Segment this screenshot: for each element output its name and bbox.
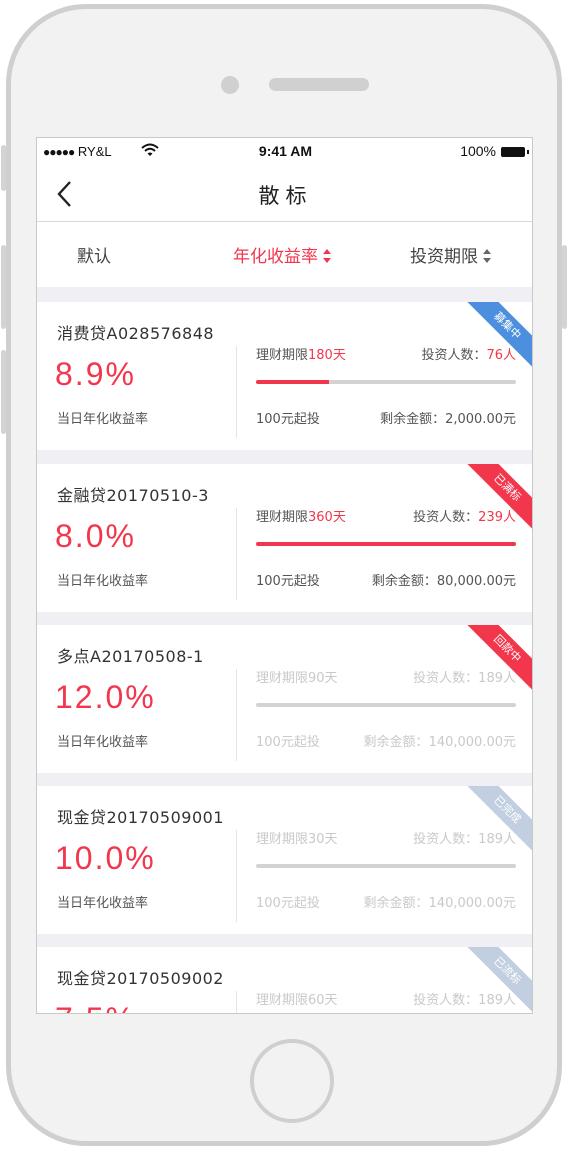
annual-yield-label: 当日年化收益率 — [57, 574, 149, 589]
funding-progress-fill — [256, 380, 329, 384]
card-divider — [236, 508, 237, 600]
annual-yield-rate: 7.5% — [55, 1001, 136, 1013]
annual-yield-label: 当日年化收益率 — [57, 412, 149, 427]
investment-term: 理财期限90天 — [256, 671, 338, 686]
investment-term: 理财期限60天 — [256, 993, 338, 1008]
sort-tab-annual-yield[interactable]: 年化收益率 — [233, 242, 332, 267]
annual-yield-label: 当日年化收益率 — [57, 896, 149, 911]
product-card[interactable]: 现金贷20170509001 10.0% 当日年化收益率 理财期限30天 投资人数：18… — [37, 786, 532, 934]
investor-count: 投资人数：189人 — [413, 993, 516, 1008]
mute-switch — [1, 145, 6, 191]
page-title: 散标 — [258, 184, 313, 208]
product-name: 金融贷20170510-3 — [57, 486, 209, 505]
funding-progress-bar — [256, 864, 516, 868]
investment-term: 理财期限30天 — [256, 832, 338, 847]
home-button[interactable] — [250, 1039, 334, 1123]
annual-yield-rate: 8.9% — [55, 356, 136, 392]
clock: 9:41 AM — [258, 143, 313, 159]
investor-count: 投资人数：76人 — [421, 348, 516, 363]
annual-yield-rate: 12.0% — [55, 679, 156, 715]
remaining-amount: 剩余金额：80,000.00元 — [371, 574, 516, 589]
investor-count: 投资人数：239人 — [413, 510, 516, 525]
investment-term: 理财期限180天 — [256, 348, 346, 363]
app-screen: ●●●●● RY&L 9:41 AM 100% 散标 默认 年化收益率 投资期限… — [36, 137, 533, 1014]
minimum-investment: 100元起投 — [256, 896, 320, 911]
card-divider — [236, 991, 237, 1013]
product-card[interactable]: 多点A20170508-1 12.0% 当日年化收益率 理财期限90天 投资人数：189… — [37, 625, 532, 773]
product-name: 消费贷A028576848 — [57, 324, 215, 343]
product-card[interactable]: 消费贷A028576848 8.9% 当日年化收益率 理财期限180天 投资人数：76人… — [37, 302, 532, 450]
volume-down-button — [1, 350, 6, 434]
sort-tab-default[interactable]: 默认 — [77, 242, 111, 267]
remaining-amount: 剩余金额：140,000.00元 — [363, 735, 516, 750]
battery-percent: 100% — [460, 143, 496, 159]
sort-arrows-icon — [323, 249, 332, 263]
battery-icon — [501, 147, 529, 157]
sort-arrows-icon — [483, 249, 492, 263]
remaining-amount: 剩余金额：140,000.00元 — [363, 896, 516, 911]
status-ribbon-badge: 已完成 — [456, 786, 532, 861]
funding-progress-bar — [256, 542, 516, 546]
card-divider — [236, 830, 237, 922]
product-name: 现金贷20170509001 — [57, 808, 224, 827]
investor-count: 投资人数：189人 — [413, 832, 516, 847]
annual-yield-rate: 10.0% — [55, 840, 156, 876]
minimum-investment: 100元起投 — [256, 735, 320, 750]
card-divider — [236, 669, 237, 761]
product-name: 多点A20170508-1 — [57, 647, 204, 666]
product-card[interactable]: 金融贷20170510-3 8.0% 当日年化收益率 理财期限360天 投资人数：239… — [37, 464, 532, 612]
sort-tab-investment-term[interactable]: 投资期限 — [410, 242, 492, 267]
remaining-amount: 剩余金额：2,000.00元 — [380, 412, 516, 427]
investor-count: 投资人数：189人 — [413, 671, 516, 686]
annual-yield-rate: 8.0% — [55, 518, 136, 554]
funding-progress-fill — [256, 542, 516, 546]
front-camera — [221, 76, 239, 94]
status-bar: ●●●●● RY&L 9:41 AM 100% — [37, 138, 532, 166]
status-ribbon-badge: 回款中 — [456, 625, 532, 700]
product-name: 现金贷20170509002 — [57, 969, 224, 988]
minimum-investment: 100元起投 — [256, 412, 320, 427]
volume-up-button — [1, 245, 6, 329]
status-ribbon-badge: 募集中 — [456, 302, 532, 377]
funding-progress-bar — [256, 703, 516, 707]
power-button — [562, 245, 567, 329]
card-divider — [236, 346, 237, 438]
nav-bar: 散标 — [37, 166, 532, 222]
minimum-investment: 100元起投 — [256, 574, 320, 589]
investment-term: 理财期限360天 — [256, 510, 346, 525]
funding-progress-bar — [256, 380, 516, 384]
earpiece-speaker — [269, 78, 369, 91]
sort-bar: 默认 年化收益率 投资期限 — [37, 222, 532, 287]
status-ribbon-badge: 已满标 — [456, 464, 532, 539]
product-card[interactable]: 现金贷201705090027.5%当日年化收益率理财期限60天投资人数：189… — [37, 947, 532, 1013]
annual-yield-label: 当日年化收益率 — [57, 735, 149, 750]
